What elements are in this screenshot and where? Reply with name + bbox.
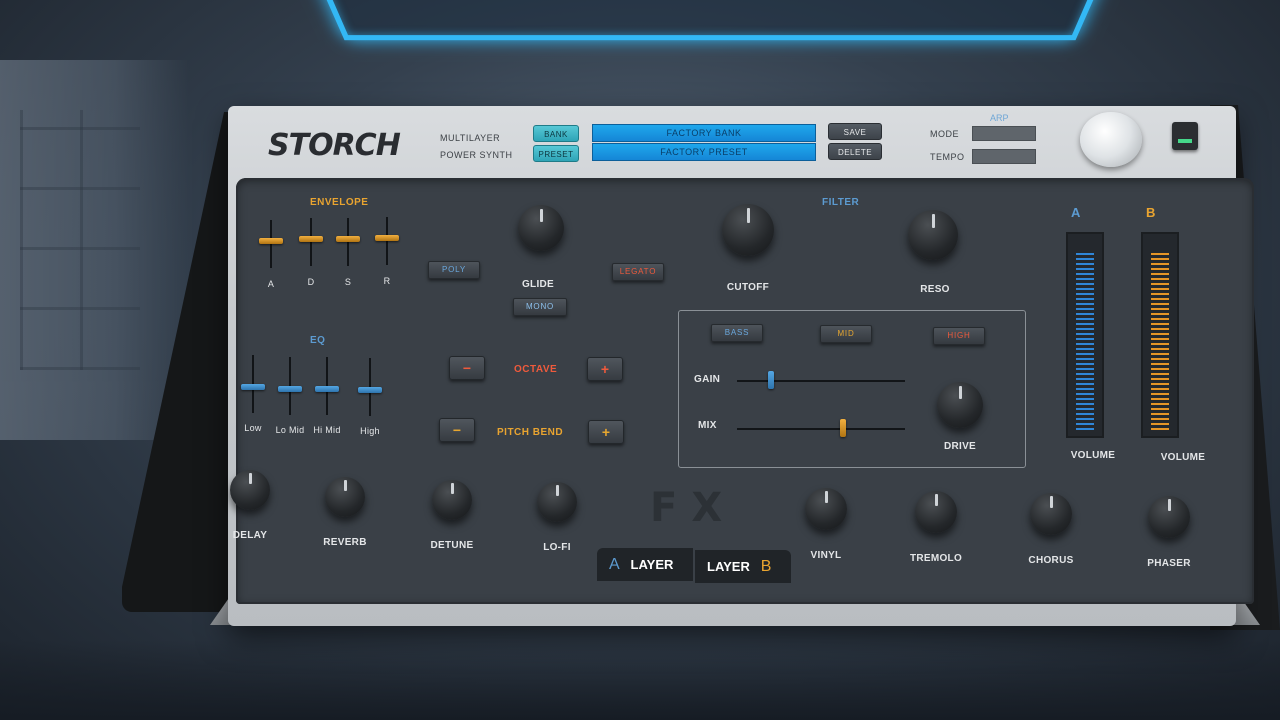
eq-fader-label: High: [360, 426, 380, 436]
volume-a-level: [1076, 249, 1094, 430]
fx-knob-right[interactable]: [908, 484, 964, 540]
floor-shadow: [0, 640, 1280, 720]
poly-button[interactable]: POLY: [428, 261, 480, 279]
volume-a-meter[interactable]: [1066, 232, 1104, 438]
mode-label: MODE: [930, 129, 959, 139]
background-window: [0, 60, 190, 440]
volume-b-level: [1151, 249, 1169, 430]
fx-knob-left-label: DELAY: [232, 530, 268, 541]
envelope-fader-handle[interactable]: [299, 236, 323, 243]
cutoff-knob[interactable]: [715, 197, 781, 263]
fx-knob-left-label: REVERB: [323, 537, 367, 548]
mode-field[interactable]: [972, 126, 1036, 141]
bass-button[interactable]: BASS: [711, 324, 763, 342]
save-button[interactable]: SAVE: [828, 123, 882, 140]
subtitle-multilayer: MULTILAYER: [440, 133, 501, 143]
bank-display[interactable]: FACTORY BANK: [592, 124, 816, 142]
layer-b-letter: B: [760, 558, 772, 575]
envelope-fader-label: R: [383, 276, 391, 286]
mix-label: MIX: [698, 420, 717, 431]
layer-a-letter: A: [609, 556, 620, 573]
layer-a-tab[interactable]: A LAYER: [597, 548, 693, 581]
legato-button[interactable]: LEGATO: [612, 263, 664, 281]
fx-knob-left[interactable]: [318, 470, 372, 524]
envelope-fader-handle[interactable]: [259, 238, 283, 245]
volume-b-meter[interactable]: [1141, 232, 1179, 438]
reso-knob[interactable]: [901, 203, 965, 267]
reso-label: RESO: [920, 284, 950, 295]
pitch-bend-plus-button[interactable]: +: [588, 420, 624, 444]
eq-title: EQ: [310, 335, 326, 346]
layer-a-label: LAYER: [630, 557, 674, 572]
envelope-title: ENVELOPE: [310, 197, 369, 208]
tempo-label: TEMPO: [930, 152, 965, 162]
fx-knob-right[interactable]: [1141, 489, 1197, 545]
fx-knob-right-label: PHASER: [1147, 558, 1191, 569]
master-knob[interactable]: [1074, 108, 1150, 178]
fx-knob-right-label: CHORUS: [1028, 555, 1074, 566]
mid-button[interactable]: MID: [820, 325, 872, 343]
fx-knob-left[interactable]: [530, 475, 584, 529]
fx-knob-right[interactable]: [798, 481, 854, 537]
octave-minus-button[interactable]: −: [449, 356, 485, 380]
fx-knob-left[interactable]: [223, 463, 277, 517]
glide-label: GLIDE: [521, 279, 555, 290]
power-button[interactable]: [1172, 122, 1198, 150]
envelope-fader-label: D: [307, 277, 315, 287]
gain-label: GAIN: [694, 374, 721, 385]
fx-knob-right[interactable]: [1023, 486, 1079, 542]
octave-label: OCTAVE: [514, 364, 558, 375]
drive-label: DRIVE: [943, 441, 977, 452]
fx-knob-left-label: DETUNE: [430, 540, 474, 551]
layer-b-tab[interactable]: LAYER B: [695, 550, 791, 583]
eq-fader-label: Hi Mid: [313, 425, 341, 435]
layer-b-label: LAYER: [707, 559, 750, 574]
glide-knob[interactable]: [511, 198, 571, 258]
high-button[interactable]: HIGH: [933, 327, 985, 345]
envelope-fader-handle[interactable]: [375, 235, 399, 242]
mix-slider-handle[interactable]: [839, 419, 846, 437]
fx-knob-left-label: LO-FI: [543, 542, 571, 553]
preset-display[interactable]: FACTORY PRESET: [592, 143, 816, 161]
eq-fader-handle[interactable]: [315, 386, 339, 392]
cutoff-label: CUTOFF: [726, 282, 770, 293]
pitch-bend-label: PITCH BEND: [497, 427, 564, 438]
preset-button[interactable]: PRESET: [533, 145, 579, 162]
eq-fader-handle[interactable]: [278, 386, 302, 392]
mono-button[interactable]: MONO: [513, 298, 567, 316]
subtitle-power-synth: POWER SYNTH: [440, 150, 513, 160]
arp-title: ARP: [990, 113, 1009, 123]
volume-a-title: A: [1071, 205, 1081, 220]
tempo-field[interactable]: [972, 149, 1036, 164]
fx-knob-right-label: TREMOLO: [909, 553, 963, 564]
pitch-bend-minus-button[interactable]: −: [439, 418, 475, 442]
brand-logo: STORCH: [268, 128, 401, 163]
eq-fader-handle[interactable]: [241, 384, 265, 390]
fx-logo: FX: [650, 485, 737, 531]
filter-title: FILTER: [822, 197, 860, 208]
fx-knob-left[interactable]: [425, 473, 479, 527]
volume-b-title: B: [1146, 205, 1156, 220]
ceiling-light: [314, 0, 1106, 41]
mix-slider-track[interactable]: [737, 428, 905, 430]
bank-button[interactable]: BANK: [533, 125, 579, 142]
envelope-fader-label: S: [344, 277, 352, 287]
drive-knob[interactable]: [930, 375, 990, 435]
gain-slider-handle[interactable]: [767, 371, 774, 389]
envelope-fader-label: A: [267, 279, 275, 289]
delete-button[interactable]: DELETE: [828, 143, 882, 160]
fx-knob-right-label: VINYL: [810, 550, 842, 561]
octave-plus-button[interactable]: +: [587, 357, 623, 381]
gain-slider-track[interactable]: [737, 380, 905, 382]
volume-b-label: VOLUME: [1160, 452, 1206, 463]
volume-a-label: VOLUME: [1070, 450, 1116, 461]
envelope-fader-handle[interactable]: [336, 236, 360, 243]
eq-fader-handle[interactable]: [358, 387, 382, 393]
